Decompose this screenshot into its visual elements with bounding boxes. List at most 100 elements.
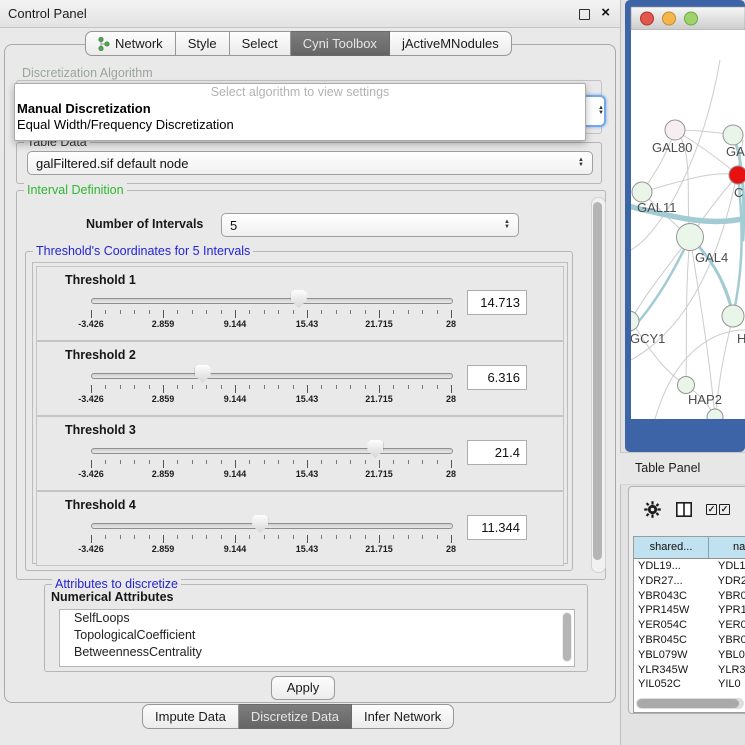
threshold-value-field[interactable]: 21.4 (467, 440, 527, 465)
tick-mark (321, 385, 322, 389)
tab-network[interactable]: Network (85, 31, 176, 56)
table-row[interactable]: YDL19...YDL1 (634, 559, 745, 574)
tick-mark (177, 385, 178, 389)
table-row[interactable]: YBR043CYBR0 (634, 589, 745, 604)
slider-track[interactable] (91, 523, 453, 529)
slider-handle[interactable] (367, 440, 383, 458)
tab-jactivemnodules[interactable]: jActiveMNodules (390, 31, 512, 56)
node-h[interactable] (722, 305, 744, 327)
apply-button[interactable]: Apply (271, 676, 335, 700)
close-icon[interactable]: × (601, 4, 610, 21)
tab-select[interactable]: Select (230, 31, 291, 56)
table-cell-name: YER0 (713, 618, 745, 633)
tick-mark (379, 535, 380, 543)
node-gal11[interactable] (632, 182, 652, 202)
number-of-intervals-combo[interactable]: 5 ▲▼ (221, 213, 519, 237)
columns-icon[interactable] (676, 502, 692, 517)
traffic-light-close-icon[interactable] (641, 12, 654, 25)
node-gal4[interactable] (677, 224, 704, 251)
tick-mark (177, 535, 178, 539)
interval-definition-group-title: Interval Definition (24, 183, 127, 197)
tick-mark (221, 385, 222, 389)
table-row[interactable]: YBL079WYBL0 (634, 648, 745, 663)
table-row[interactable]: YPR145WYPR1 (634, 603, 745, 618)
table-hscrollbar[interactable] (636, 698, 744, 709)
table-hscrollbar-thumb[interactable] (637, 699, 739, 708)
popup-item-equal-width-frequency[interactable]: Equal Width/Frequency Discretization (15, 117, 585, 133)
tick-mark (293, 535, 294, 539)
threshold-value-field[interactable]: 6.316 (467, 365, 527, 390)
thresholds-container: Threshold 1-3.4262.8599.14415.4321.71528… (32, 262, 568, 564)
slider-handle[interactable] (291, 290, 307, 308)
tick-mark (235, 535, 236, 543)
threshold-value-field[interactable]: 14.713 (467, 290, 527, 315)
interval-scrollbar[interactable] (591, 197, 606, 573)
tick-mark (91, 385, 92, 393)
node-ga[interactable] (723, 125, 743, 145)
slider-ticks (91, 535, 451, 544)
table-cell-name: YPR1 (713, 603, 745, 618)
table-data-combo[interactable]: galFiltered.sif default node ▲▼ (27, 151, 593, 175)
popup-placeholder-item[interactable]: Select algorithm to view settings (15, 84, 585, 101)
tab-impute-data[interactable]: Impute Data (142, 704, 239, 729)
traffic-light-minimize-icon[interactable] (663, 12, 676, 25)
node-gal80[interactable] (665, 120, 685, 140)
float-icon[interactable] (579, 9, 590, 20)
tab-discretize-data-label: Discretize Data (251, 709, 339, 724)
tick-mark (451, 535, 452, 543)
table-rows: YDL19...YDL1YDR27...YDR2YBR043CYBR0YPR14… (634, 559, 745, 692)
slider-handle[interactable] (252, 515, 268, 533)
table-row[interactable]: YDR27...YDR2 (634, 574, 745, 589)
attribute-list-item[interactable]: SelfLoops (60, 610, 574, 627)
tick-mark (264, 535, 265, 539)
traffic-light-zoom-icon[interactable] (685, 12, 698, 25)
gear-icon[interactable] (644, 501, 661, 518)
tick-mark (408, 460, 409, 464)
table-cell-shared: YDR27... (634, 574, 713, 589)
tick-mark (307, 535, 308, 543)
checkbox-icon[interactable]: ✓ (706, 504, 717, 515)
interval-scrollbar-thumb[interactable] (593, 202, 602, 560)
thresholds-group-title: Threshold's Coordinates for 5 Intervals (33, 244, 253, 258)
slider-track[interactable] (91, 373, 453, 379)
tick-mark (437, 535, 438, 539)
tick-mark (422, 535, 423, 539)
tick-mark (379, 310, 380, 318)
algorithm-combo-focused-fragment[interactable]: ▲▼ (583, 95, 606, 127)
tab-style[interactable]: Style (176, 31, 230, 56)
threshold-value-field[interactable]: 11.344 (467, 515, 527, 540)
attributes-scrollbar[interactable] (562, 612, 572, 662)
popup-item-manual-discretization[interactable]: Manual Discretization (15, 101, 585, 117)
tick-mark (249, 535, 250, 539)
tab-select-label: Select (242, 36, 278, 51)
tick-mark (235, 310, 236, 318)
table-row[interactable]: YLR345WYLR3 (634, 663, 745, 678)
slider-track[interactable] (91, 448, 453, 454)
tick-mark (393, 460, 394, 464)
table-row[interactable]: YER054CYER0 (634, 618, 745, 633)
column-header-shared[interactable]: shared... (634, 537, 709, 558)
tick-mark (365, 535, 366, 539)
tick-label: 28 (446, 469, 456, 479)
threshold-label: Threshold 4 (65, 498, 136, 512)
tab-cyni-toolbox[interactable]: Cyni Toolbox (291, 31, 390, 56)
slider-scale-labels: -3.4262.8599.14415.4321.71528 (91, 394, 451, 406)
table-row[interactable]: YIL052CYIL0 (634, 677, 745, 692)
tab-infer-network[interactable]: Infer Network (352, 704, 454, 729)
attribute-list-item[interactable]: BetweennessCentrality (60, 644, 574, 661)
column-header-name[interactable]: na (709, 537, 745, 558)
node-hap2[interactable] (678, 377, 695, 394)
attributes-scrollbar-thumb[interactable] (563, 613, 571, 661)
node-red-selected[interactable] (729, 166, 745, 184)
table-panel-titlebar: Table Panel (620, 452, 745, 485)
tab-discretize-data[interactable]: Discretize Data (239, 704, 352, 729)
table-cell-name: YBR0 (713, 589, 745, 604)
checkbox-icon[interactable]: ✓ (719, 504, 730, 515)
top-tab-bar: NetworkStyle Select Cyni ToolboxjActiveMNo… (85, 31, 512, 56)
table-row[interactable]: YBR045CYBR0 (634, 633, 745, 648)
tick-label: -3.426 (78, 394, 104, 404)
tick-mark (350, 535, 351, 539)
attribute-list-item[interactable]: TopologicalCoefficient (60, 627, 574, 644)
slider-track[interactable] (91, 298, 453, 304)
slider-handle[interactable] (195, 365, 211, 383)
